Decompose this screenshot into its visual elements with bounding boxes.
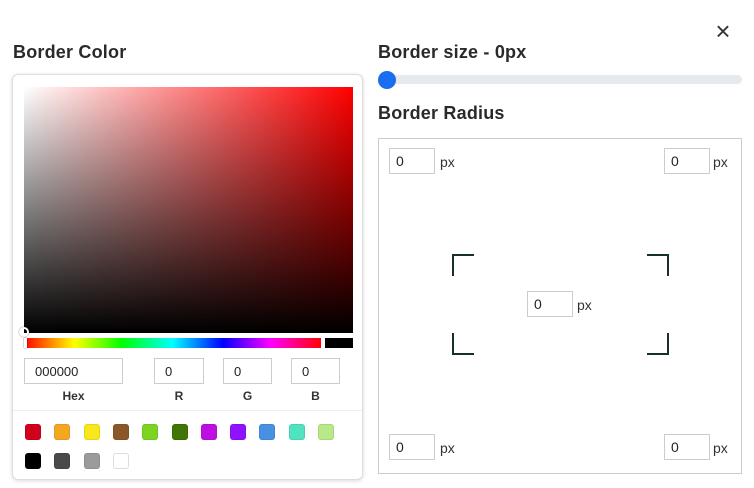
color-swatch[interactable]	[142, 424, 159, 440]
g-label: G	[242, 389, 253, 403]
color-swatch[interactable]	[25, 424, 41, 440]
color-swatch[interactable]	[230, 424, 247, 440]
color-swatch[interactable]	[54, 453, 71, 469]
color-swatch[interactable]	[171, 424, 188, 440]
color-swatch[interactable]	[83, 424, 100, 440]
radius-top-right-input[interactable]	[664, 148, 710, 174]
color-swatch[interactable]	[112, 453, 129, 469]
g-input[interactable]	[223, 358, 272, 384]
swatch-divider	[13, 410, 362, 411]
radius-bottom-left-unit: px	[440, 440, 455, 456]
radius-top-left-input[interactable]	[389, 148, 435, 174]
border-radius-title: Border Radius	[378, 103, 505, 123]
color-swatch[interactable]	[54, 424, 71, 440]
color-swatch[interactable]	[200, 424, 217, 440]
b-input[interactable]	[291, 358, 340, 384]
border-size-title: Border size - 0px	[378, 42, 527, 62]
hue-slider[interactable]	[24, 338, 321, 348]
border-size-slider[interactable]	[378, 75, 742, 84]
color-swatch[interactable]	[25, 453, 41, 469]
color-picker: Hex R G B	[12, 74, 363, 480]
border-color-title: Border Color	[13, 42, 127, 62]
r-input[interactable]	[154, 358, 204, 384]
color-swatch[interactable]	[318, 424, 334, 440]
radius-top-left-unit: px	[440, 154, 455, 170]
border-size-slider-thumb[interactable]	[378, 71, 396, 89]
color-swatch[interactable]	[259, 424, 276, 440]
saturation-area[interactable]	[19, 87, 353, 337]
hex-label: Hex	[62, 389, 85, 403]
radius-bottom-right-unit: px	[713, 440, 728, 456]
corner-bottom-left-bracket	[452, 333, 474, 355]
radius-all-input[interactable]	[527, 291, 573, 317]
radius-top-right-unit: px	[713, 154, 728, 170]
corner-top-left-bracket	[452, 254, 474, 276]
b-label: B	[311, 389, 320, 403]
close-icon[interactable]: ×	[712, 18, 734, 44]
saturation-handle[interactable]	[19, 327, 29, 337]
hue-handle[interactable]	[24, 338, 27, 348]
radius-bottom-right-input[interactable]	[664, 434, 710, 460]
r-label: R	[174, 389, 184, 403]
corner-top-right-bracket	[647, 254, 669, 276]
color-preview	[325, 338, 353, 348]
radius-bottom-left-input[interactable]	[389, 434, 435, 460]
corner-bottom-right-bracket	[647, 333, 669, 355]
radius-all-unit: px	[577, 297, 592, 313]
color-swatch[interactable]	[288, 424, 305, 440]
hex-input[interactable]	[24, 358, 123, 384]
color-swatch[interactable]	[112, 424, 129, 440]
color-swatch[interactable]	[83, 453, 100, 469]
